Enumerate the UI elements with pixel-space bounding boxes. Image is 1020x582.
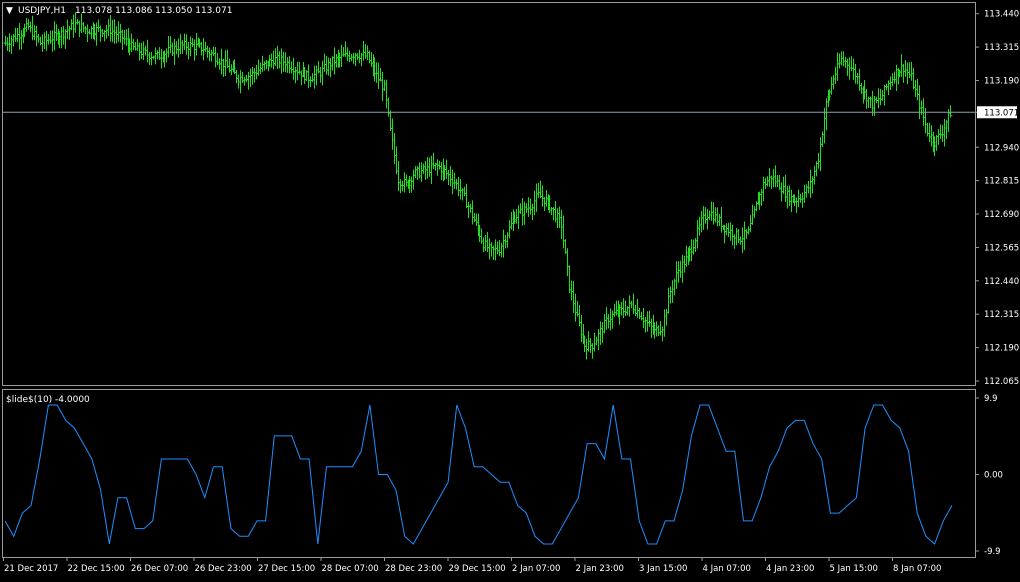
time-tick-label: 27 Dec 15:00 — [258, 564, 315, 574]
time-tick-label: 3 Jan 15:00 — [639, 564, 687, 574]
price-tick-label: 112.440 — [984, 277, 1019, 287]
time-tick-label: 21 Dec 2017 — [4, 564, 58, 574]
price-tick-label: 113.440 — [984, 10, 1019, 20]
price-tick-label: 112.565 — [984, 243, 1019, 253]
time-tick-label: 2 Jan 23:00 — [576, 564, 624, 574]
symbol-label: USDJPY,H1 — [18, 6, 66, 16]
price-tick-label: 112.690 — [984, 210, 1019, 220]
time-tick-label: 2 Jan 07:00 — [512, 564, 560, 574]
chart-background — [0, 0, 1020, 579]
time-tick-label: 4 Jan 07:00 — [703, 564, 751, 574]
symbol-dropdown-icon[interactable]: ▼ — [6, 6, 13, 16]
chart-window[interactable]: 113.440 113.315 113.190 112.940 112.815 112.6… — [0, 0, 1020, 579]
time-tick-label: 5 Jan 15:00 — [830, 564, 878, 574]
indicator-tick-label: 9.9 — [984, 394, 998, 404]
time-tick-label: 4 Jan 23:00 — [766, 564, 814, 574]
chart-canvas[interactable]: 113.440 113.315 113.190 112.940 112.815 112.6… — [0, 0, 1020, 579]
time-tick-label: 28 Dec 07:00 — [322, 564, 379, 574]
price-tick-label: 113.190 — [984, 76, 1019, 86]
time-tick-label: 29 Dec 15:00 — [449, 564, 506, 574]
price-tick-label: 112.940 — [984, 143, 1019, 153]
price-tick-label: 112.315 — [984, 310, 1019, 320]
indicator-tick-label: -9.9 — [984, 547, 1001, 557]
time-tick-label: 28 Dec 23:00 — [385, 564, 442, 574]
time-tick-label: 26 Dec 07:00 — [131, 564, 188, 574]
current-price-tag-text: 113.071 — [984, 108, 1019, 118]
time-tick-label: 8 Jan 07:00 — [893, 564, 941, 574]
time-tick-label: 26 Dec 23:00 — [195, 564, 252, 574]
time-tick-label: 22 Dec 15:00 — [68, 564, 125, 574]
indicator-label: $lide$(10) -4.0000 — [6, 395, 90, 405]
price-tick-label: 112.065 — [984, 377, 1019, 387]
indicator-tick-label: 0.00 — [984, 471, 1003, 481]
ohlc-readout: 113.078 113.086 113.050 113.071 — [75, 6, 232, 16]
price-tick-label: 113.315 — [984, 43, 1019, 53]
price-tick-label: 112.815 — [984, 177, 1019, 187]
price-tick-label: 112.190 — [984, 344, 1019, 354]
